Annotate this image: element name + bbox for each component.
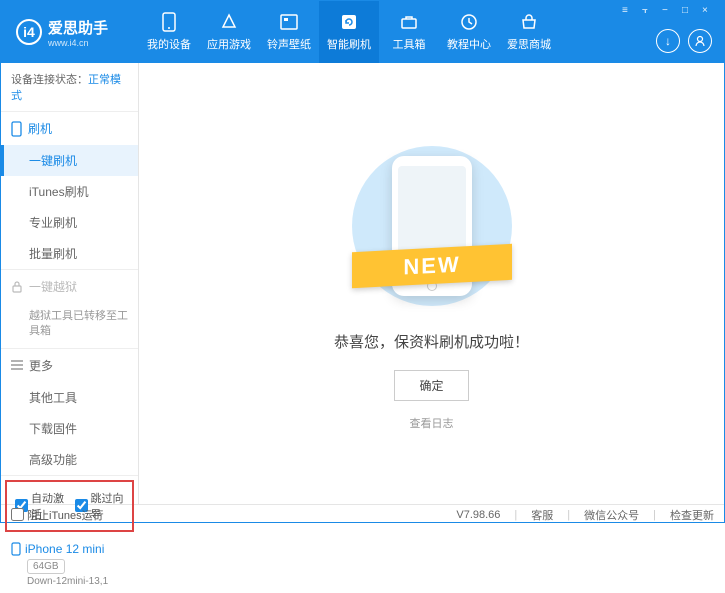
- apps-icon: [219, 12, 239, 32]
- sidebar-item-other[interactable]: 其他工具: [1, 382, 138, 413]
- device-info: iPhone 12 mini 64GB Down-12mini-13,1: [1, 536, 138, 593]
- nav-label: 应用游戏: [207, 36, 251, 52]
- book-icon: [459, 12, 479, 32]
- sidebar-jailbreak-title: 一键越狱: [29, 278, 77, 295]
- block-itunes-checkbox[interactable]: 阻止iTunes运行: [11, 507, 104, 523]
- nav-label: 智能刷机: [327, 36, 371, 52]
- update-link[interactable]: 检查更新: [670, 507, 714, 523]
- connection-status: 设备连接状态：正常模式: [1, 63, 138, 112]
- nav-label: 铃声壁纸: [267, 36, 311, 52]
- sidebar-item-firmware[interactable]: 下载固件: [1, 413, 138, 444]
- sidebar-more-title: 更多: [29, 357, 53, 374]
- nav-my-device[interactable]: 我的设备: [139, 1, 199, 63]
- view-log-link[interactable]: 查看日志: [410, 415, 454, 431]
- logo-icon: i4: [16, 19, 42, 45]
- sidebar-more-head[interactable]: 更多: [1, 349, 138, 382]
- close-icon[interactable]: ×: [702, 5, 716, 19]
- sidebar-flash-head[interactable]: 刷机: [1, 112, 138, 145]
- main-content: NEW 恭喜您，保资料刷机成功啦！ 确定 查看日志: [139, 63, 724, 504]
- user-button[interactable]: [688, 29, 712, 53]
- nav-label: 工具箱: [393, 36, 426, 52]
- nav-toolbox[interactable]: 工具箱: [379, 1, 439, 63]
- nav-apps[interactable]: 应用游戏: [199, 1, 259, 63]
- sidebar-flash-title: 刷机: [28, 120, 52, 137]
- download-button[interactable]: ↓: [656, 29, 680, 53]
- success-illustration: NEW: [342, 136, 522, 316]
- sidebar-item-batch[interactable]: 批量刷机: [1, 238, 138, 269]
- lock-icon: [11, 280, 23, 294]
- app-title: 爱思助手: [48, 17, 108, 38]
- sidebar-jailbreak-head[interactable]: 一键越狱: [1, 270, 138, 303]
- confirm-button[interactable]: 确定: [394, 370, 468, 401]
- logo-area: i4 爱思助手 www.i4.cn: [1, 17, 139, 48]
- nav-label: 教程中心: [447, 36, 491, 52]
- maximize-icon[interactable]: □: [682, 5, 696, 19]
- device-name[interactable]: iPhone 12 mini: [11, 542, 128, 556]
- store-icon: [519, 12, 539, 32]
- nav-label: 我的设备: [147, 36, 191, 52]
- version-label: V7.98.66: [456, 509, 500, 521]
- nav-flash[interactable]: 智能刷机: [319, 1, 379, 63]
- phone-icon: [11, 121, 22, 137]
- app-header: i4 爱思助手 www.i4.cn 我的设备 应用游戏 铃声壁纸 智能刷机 工具…: [1, 1, 724, 63]
- sidebar-item-pro[interactable]: 专业刷机: [1, 207, 138, 238]
- conn-label: 设备连接状态：: [11, 74, 88, 86]
- success-message: 恭喜您，保资料刷机成功啦！: [334, 331, 529, 352]
- nav-tutorials[interactable]: 教程中心: [439, 1, 499, 63]
- phone-icon: [11, 542, 21, 556]
- wallpaper-icon: [279, 12, 299, 32]
- sidebar-item-itunes[interactable]: iTunes刷机: [1, 176, 138, 207]
- menu-icon[interactable]: ≡: [622, 5, 636, 19]
- toolbox-icon: [399, 12, 419, 32]
- device-capacity: 64GB: [27, 559, 65, 574]
- app-url: www.i4.cn: [48, 38, 108, 48]
- jailbreak-note: 越狱工具已转移至工具箱: [1, 303, 138, 348]
- sidebar: 设备连接状态：正常模式 刷机 一键刷机 iTunes刷机 专业刷机 批量刷机 一…: [1, 63, 139, 504]
- main-nav: 我的设备 应用游戏 铃声壁纸 智能刷机 工具箱 教程中心 爱思商城: [139, 1, 559, 63]
- lock-icon[interactable]: ⫟: [642, 5, 656, 19]
- window-controls: ≡ ⫟ − □ ×: [622, 5, 716, 19]
- menu-icon: [11, 360, 23, 370]
- refresh-icon: [339, 12, 359, 32]
- nav-ringtones[interactable]: 铃声壁纸: [259, 1, 319, 63]
- wechat-link[interactable]: 微信公众号: [584, 507, 639, 523]
- phone-icon: [159, 12, 179, 32]
- device-model: Down-12mini-13,1: [27, 576, 128, 587]
- sidebar-item-advanced[interactable]: 高级功能: [1, 444, 138, 475]
- minimize-icon[interactable]: −: [662, 5, 676, 19]
- sidebar-item-oneclick[interactable]: 一键刷机: [1, 145, 138, 176]
- nav-label: 爱思商城: [507, 36, 551, 52]
- service-link[interactable]: 客服: [531, 507, 553, 523]
- nav-store[interactable]: 爱思商城: [499, 1, 559, 63]
